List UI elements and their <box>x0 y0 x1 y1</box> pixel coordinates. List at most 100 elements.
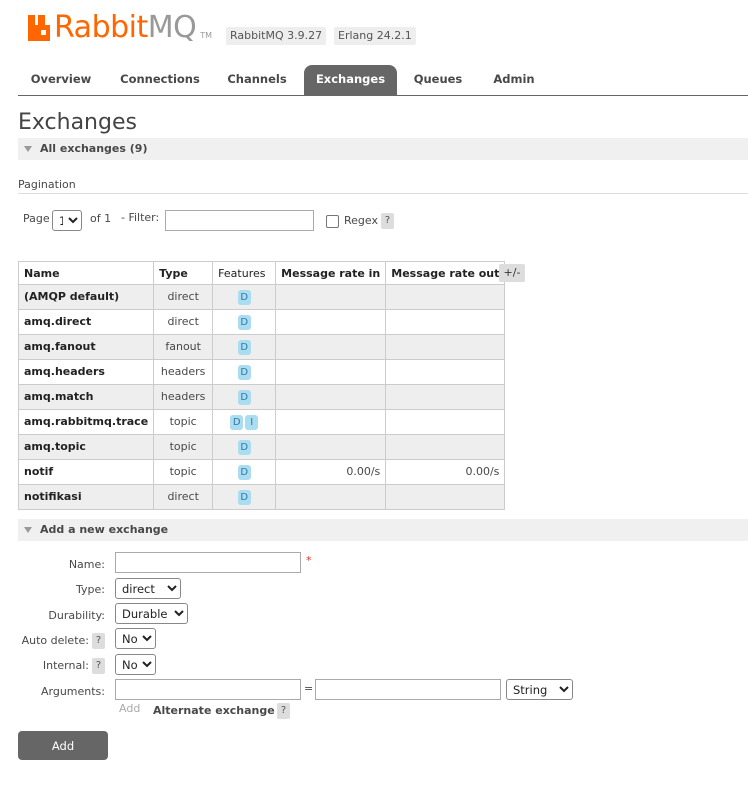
equals-sign: = <box>304 682 314 695</box>
name-label: Name: <box>68 558 105 571</box>
features-cell: D <box>212 334 277 360</box>
exchange-type-cell: headers <box>153 359 214 385</box>
table-row: amq.topic topic D <box>17 434 506 460</box>
rate-in-cell: 0.00/s <box>275 459 387 485</box>
exchange-name-link[interactable]: notif <box>17 459 155 485</box>
feature-badge: D <box>230 415 244 430</box>
feature-badge: I <box>245 415 259 430</box>
feature-badge: D <box>237 315 251 330</box>
tab-channels[interactable]: Channels <box>218 65 296 95</box>
rate-in-cell <box>275 309 387 335</box>
col-name[interactable]: Name <box>17 261 155 285</box>
col-features: Features <box>212 261 277 285</box>
table-row: amq.headers headers D <box>17 359 506 385</box>
exchanges-table: Name Type Features Message rate in Messa… <box>17 261 506 510</box>
exchange-name-link[interactable]: amq.direct <box>17 309 155 335</box>
collapse-triangle-icon <box>24 146 32 152</box>
argument-type-select[interactable]: String <box>506 679 573 700</box>
tab-overview[interactable]: Overview <box>18 65 104 95</box>
col-rate-out[interactable]: Message rate out <box>385 261 506 285</box>
exchange-type-cell: topic <box>153 459 214 485</box>
all-exchanges-toggle[interactable]: All exchanges (9) <box>18 138 748 160</box>
exchange-type-cell: direct <box>153 309 214 335</box>
page-count-label: of 1 <box>90 212 112 225</box>
rate-out-cell <box>385 384 506 410</box>
exchange-name-link[interactable]: (AMQP default) <box>17 284 155 310</box>
feature-badge: D <box>237 440 251 455</box>
filter-input[interactable] <box>165 210 314 231</box>
auto-delete-select[interactable]: No <box>115 628 156 649</box>
exchange-type-select[interactable]: direct <box>115 578 181 599</box>
table-row: amq.fanout fanout D <box>17 334 506 360</box>
table-row: notif topic D 0.00/s 0.00/s <box>17 459 506 485</box>
feature-badge: D <box>237 465 251 480</box>
features-cell: D <box>212 384 277 410</box>
rate-out-cell <box>385 334 506 360</box>
rabbitmq-logo: RabbitMQ TM <box>28 10 212 46</box>
internal-label: Internal: <box>42 659 89 672</box>
features-cell: D <box>212 459 277 485</box>
version-badge: RabbitMQ 3.9.27 <box>226 27 327 45</box>
add-exchange-toggle[interactable]: Add a new exchange <box>18 519 748 541</box>
regex-help-icon[interactable]: ? <box>381 213 394 229</box>
page-title: Exchanges <box>18 110 137 135</box>
exchange-type-cell: fanout <box>153 334 214 360</box>
arguments-label: Arguments: <box>40 685 105 698</box>
tab-queues[interactable]: Queues <box>404 65 472 95</box>
alternate-exchange-help-icon[interactable]: ? <box>277 703 290 719</box>
exchange-type-cell: topic <box>153 434 214 460</box>
exchange-name-link[interactable]: amq.headers <box>17 359 155 385</box>
internal-help-icon[interactable]: ? <box>92 658 105 674</box>
exchange-name-link[interactable]: amq.match <box>17 384 155 410</box>
exchange-type-cell: topic <box>153 409 214 435</box>
filter-label: - Filter: <box>121 211 160 224</box>
table-row: amq.direct direct D <box>17 309 506 335</box>
tab-exchanges[interactable]: Exchanges <box>304 65 397 95</box>
table-row: amq.match headers D <box>17 384 506 410</box>
col-rate-in[interactable]: Message rate in <box>275 261 387 285</box>
page-select[interactable]: 1 <box>52 210 82 231</box>
features-cell: D <box>212 484 277 510</box>
alternate-exchange-link[interactable]: Alternate exchange <box>153 704 275 717</box>
exchange-name-link[interactable]: amq.rabbitmq.trace <box>17 409 155 435</box>
exchange-name-link[interactable]: notifikasi <box>17 484 155 510</box>
feature-badge: D <box>237 365 251 380</box>
main-nav: Overview Connections Channels Exchanges … <box>18 65 748 96</box>
rate-out-cell: 0.00/s <box>385 459 506 485</box>
argument-key-input[interactable] <box>115 679 301 700</box>
rate-in-cell <box>275 284 387 310</box>
rate-out-cell <box>385 309 506 335</box>
all-exchanges-label: All exchanges (9) <box>40 142 148 155</box>
rate-out-cell <box>385 434 506 460</box>
features-cell: D <box>212 309 277 335</box>
exchange-type-cell: direct <box>153 484 214 510</box>
regex-checkbox[interactable] <box>326 215 339 228</box>
exchange-name-link[interactable]: amq.topic <box>17 434 155 460</box>
features-cell: DI <box>212 409 277 435</box>
header: RabbitMQ TM RabbitMQ 3.9.27 Erlang 24.2.… <box>0 0 748 60</box>
col-type[interactable]: Type <box>153 261 214 285</box>
rate-in-cell <box>275 484 387 510</box>
exchanges-table-body: (AMQP default) direct Damq.direct direct Dam… <box>17 284 506 510</box>
tab-admin[interactable]: Admin <box>480 65 548 95</box>
required-marker: * <box>306 554 312 567</box>
argument-value-input[interactable] <box>315 679 501 700</box>
rate-out-cell <box>385 409 506 435</box>
exchange-name-link[interactable]: amq.fanout <box>17 334 155 360</box>
exchange-type-cell: direct <box>153 284 214 310</box>
internal-select[interactable]: No <box>115 654 156 675</box>
rate-in-cell <box>275 434 387 460</box>
feature-badge: D <box>237 390 251 405</box>
rate-in-cell <box>275 359 387 385</box>
durability-select[interactable]: Durable <box>115 603 188 624</box>
toggle-columns-button[interactable]: +/- <box>499 264 525 282</box>
exchange-name-input[interactable] <box>115 552 301 573</box>
add-argument-link[interactable]: Add <box>119 702 140 715</box>
table-row: amq.rabbitmq.trace topic D I <box>17 409 506 435</box>
features-cell: D <box>212 434 277 460</box>
tab-connections[interactable]: Connections <box>112 65 208 95</box>
add-exchange-button[interactable]: Add exchange <box>18 731 108 782</box>
rate-in-cell <box>275 409 387 435</box>
auto-delete-help-icon[interactable]: ? <box>92 633 105 649</box>
rate-in-cell <box>275 384 387 410</box>
